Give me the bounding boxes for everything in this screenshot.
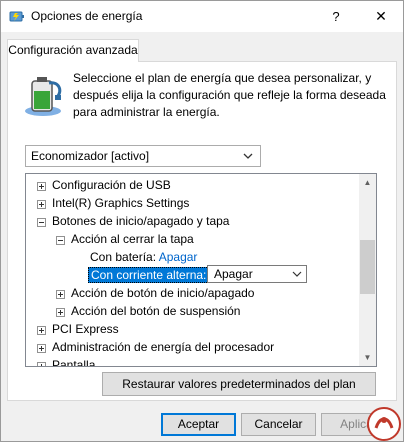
settings-tree[interactable]: Configuración de USB Intel(R) Graphics S…	[25, 173, 377, 367]
description-text: Seleccione el plan de energía que desea …	[73, 71, 386, 119]
power-plan-select[interactable]: Economizador [activo]	[25, 145, 261, 167]
expand-icon[interactable]	[37, 344, 46, 353]
on-battery-label: Con batería:	[90, 250, 157, 264]
expand-icon[interactable]	[56, 308, 65, 317]
chevron-down-icon	[243, 153, 253, 159]
expand-icon[interactable]	[37, 182, 46, 191]
tree-item-lid-close-action[interactable]: Acción al cerrar la tapa	[71, 230, 194, 248]
accept-button[interactable]: Aceptar	[161, 413, 236, 436]
power-options-window: Opciones de energía ? ✕ Configuración av…	[0, 0, 404, 442]
tree-scrollbar[interactable]: ▲ ▼	[359, 174, 376, 366]
title-bar[interactable]: Opciones de energía ? ✕	[1, 1, 403, 32]
expand-icon[interactable]	[37, 200, 46, 209]
tree-item-power-button-action[interactable]: Acción de botón de inicio/apagado	[71, 284, 254, 302]
scroll-up-icon[interactable]: ▲	[359, 174, 376, 191]
tree-item-sleep-button-action[interactable]: Acción del botón de suspensión	[71, 302, 240, 320]
on-battery-value-link[interactable]: Apagar	[159, 250, 198, 264]
tree-item-power-buttons-lid[interactable]: Botones de inicio/apagado y tapa	[52, 212, 229, 230]
tree-item-pci-express[interactable]: PCI Express	[52, 320, 119, 338]
power-options-icon	[9, 11, 24, 22]
tree-item-processor-power[interactable]: Administración de energía del procesador	[52, 338, 274, 356]
scrollbar-thumb[interactable]	[360, 240, 375, 294]
restore-defaults-button[interactable]: Restaurar valores predeterminados del pl…	[102, 372, 376, 396]
tree-item-on-battery[interactable]: Con batería: Apagar	[90, 248, 197, 266]
help-icon[interactable]: ?	[313, 1, 359, 32]
watermark-logo-icon	[367, 407, 401, 441]
tab-advanced-settings[interactable]: Configuración avanzada	[7, 39, 139, 62]
tree-item-display[interactable]: Pantalla	[52, 356, 95, 366]
collapse-icon[interactable]	[37, 218, 46, 227]
collapse-icon[interactable]	[56, 236, 65, 245]
expand-icon[interactable]	[37, 362, 46, 366]
scroll-down-icon[interactable]: ▼	[359, 349, 376, 366]
expand-icon[interactable]	[37, 326, 46, 335]
chevron-down-icon	[292, 271, 302, 277]
close-icon[interactable]: ✕	[359, 1, 403, 32]
battery-plan-icon	[25, 77, 62, 116]
plugged-in-select[interactable]: Apagar	[207, 265, 307, 283]
cancel-button[interactable]: Cancelar	[241, 413, 316, 436]
tree-item-usb[interactable]: Configuración de USB	[52, 176, 171, 194]
power-plan-value: Economizador [activo]	[31, 149, 150, 163]
tree-item-plugged-in[interactable]: Con corriente alterna:	[88, 266, 210, 284]
tree-item-intel-graphics[interactable]: Intel(R) Graphics Settings	[52, 194, 189, 212]
window-title: Opciones de energía	[31, 9, 143, 23]
plugged-in-value: Apagar	[214, 267, 253, 281]
plugged-in-label: Con corriente alterna:	[88, 267, 210, 283]
expand-icon[interactable]	[56, 290, 65, 299]
